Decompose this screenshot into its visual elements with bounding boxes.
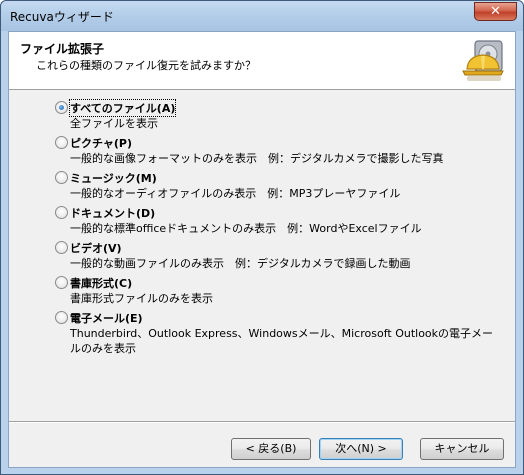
- option-label[interactable]: すべてのファイル(A): [68, 99, 177, 117]
- radio-documents[interactable]: [55, 206, 68, 219]
- option-label[interactable]: ミュージック(M): [70, 170, 157, 186]
- next-button[interactable]: 次へ(N) >: [319, 438, 403, 460]
- option-description: 一般的な画像フォーマットのみを表示 例：デジタルカメラで撮影した写真: [70, 152, 444, 165]
- radio-music[interactable]: [55, 171, 68, 184]
- title-bar[interactable]: Recuvaウィザード ✕: [1, 1, 523, 31]
- button-separator: [9, 421, 515, 423]
- option-description: 全ファイルを表示: [70, 117, 158, 130]
- back-button[interactable]: < 戻る(B): [231, 438, 311, 460]
- wizard-window: Recuvaウィザード ✕ ファイル拡張子 これらの種類のファイル復元を試みます…: [0, 0, 524, 475]
- radio-archives[interactable]: [55, 276, 68, 289]
- page-subtitle: これらの種類のファイル復元を試みますか？: [36, 59, 256, 72]
- cancel-button[interactable]: キャンセル: [420, 438, 504, 460]
- recuva-hardhat-drive-icon: [462, 40, 504, 81]
- option-label[interactable]: ドキュメント(D): [70, 205, 155, 221]
- option-label[interactable]: ビデオ(V): [70, 240, 122, 256]
- radio-all-files[interactable]: [55, 101, 68, 114]
- window-title: Recuvaウィザード: [10, 10, 114, 24]
- radio-email[interactable]: [55, 311, 68, 324]
- option-description: 一般的な動画ファイルのみ表示 例：デジタルカメラで録画した動画: [70, 257, 411, 270]
- wizard-header: ファイル拡張子 これらの種類のファイル復元を試みますか？: [9, 32, 515, 90]
- option-label[interactable]: ピクチャ(P): [70, 135, 132, 151]
- option-label[interactable]: 書庫形式(C): [70, 275, 132, 291]
- radio-pictures[interactable]: [55, 136, 68, 149]
- option-description: 書庫形式ファイルのみを表示: [70, 292, 213, 305]
- option-description: 一般的な標準officeドキュメントのみ表示 例：WordやExcelファイル: [70, 222, 422, 235]
- option-description: 一般的なオーディオファイルのみ表示 例：MP3プレーヤファイル: [70, 187, 401, 200]
- close-icon: ✕: [490, 4, 501, 19]
- close-button[interactable]: ✕: [474, 2, 517, 21]
- option-label[interactable]: 電子メール(E): [70, 310, 143, 326]
- radio-video[interactable]: [55, 241, 68, 254]
- option-description: Thunderbird、Outlook Express、Windowsメール、M…: [70, 327, 494, 355]
- page-title: ファイル拡張子: [20, 42, 105, 56]
- wizard-client-area: ファイル拡張子 これらの種類のファイル復元を試みますか？ すべてのファイル(A)…: [8, 31, 516, 468]
